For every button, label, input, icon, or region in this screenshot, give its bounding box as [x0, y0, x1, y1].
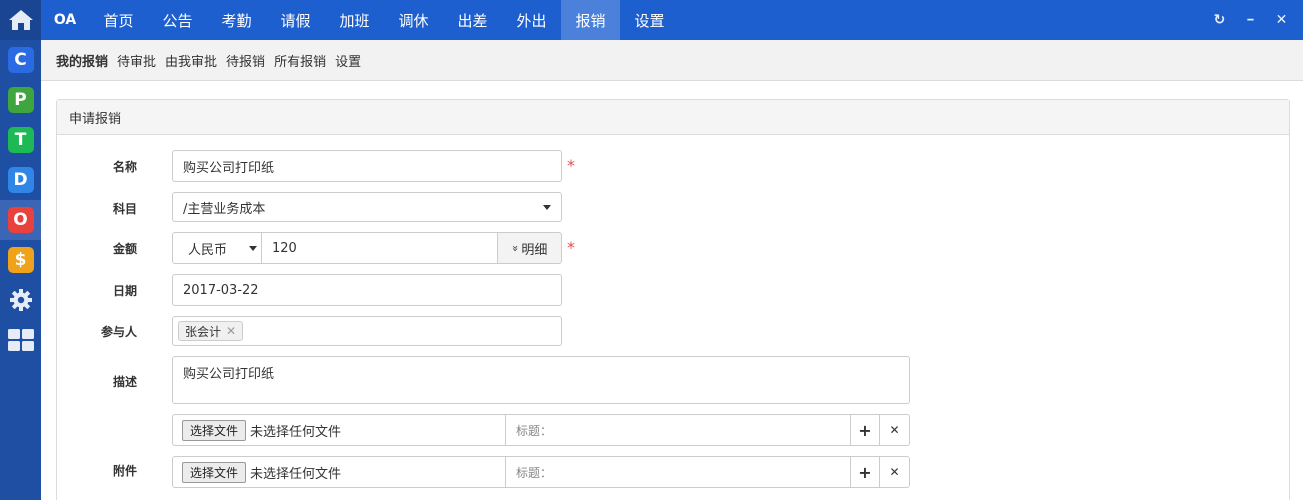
app-o-icon: O	[7, 207, 34, 233]
remove-icon: ✕	[889, 465, 900, 479]
apply-reimbursement-panel: 申请报销 名称 购买公司打印纸 * 科目 /主营业务成本 金额 人民币 120 …	[56, 99, 1290, 500]
top-bar: OA 首页 公告 考勤 请假 加班 调休 出差 外出 报销 设置 ↻ ━ ✕	[41, 0, 1303, 40]
detail-button[interactable]: » 明细	[497, 232, 562, 264]
currency-chevron-down-icon	[249, 246, 257, 251]
top-nav: 首页 公告 考勤 请假 加班 调休 出差 外出 报销 设置	[89, 0, 679, 40]
name-input[interactable]: 购买公司打印纸	[172, 150, 562, 182]
top-nav-item-9[interactable]: 设置	[620, 0, 679, 40]
sub-nav-item-0[interactable]: 我的报销	[56, 51, 108, 70]
refresh-icon[interactable]: ↻	[1204, 12, 1235, 28]
window-controls: ↻ ━ ✕	[1204, 0, 1303, 40]
remove-tag-icon[interactable]: ✕	[226, 324, 236, 338]
sub-nav: 我的报销 待审批 由我审批 待报销 所有报销 设置	[41, 40, 1303, 81]
remove-attachment-button-1[interactable]: ✕	[879, 414, 910, 446]
participant-tag: 张会计 ✕	[178, 321, 244, 341]
rail-app-c-button[interactable]: C	[0, 40, 41, 80]
home-button[interactable]	[0, 0, 41, 40]
app-d-icon: D	[7, 167, 34, 193]
rail-app-t-button[interactable]: T	[0, 120, 41, 160]
app-p-icon: P	[7, 87, 34, 113]
plus-icon: +	[858, 462, 872, 482]
panel-title: 申请报销	[57, 100, 1289, 135]
brand-logo[interactable]: OA	[41, 0, 89, 40]
home-icon	[8, 10, 33, 30]
sub-nav-item-4[interactable]: 所有报销	[274, 51, 326, 70]
amount-input[interactable]: 120	[262, 232, 498, 264]
double-chevron-down-icon: »	[508, 244, 522, 252]
attachments-label: 附件	[112, 464, 137, 478]
date-input[interactable]: 2017-03-22	[172, 274, 562, 306]
sub-nav-item-3[interactable]: 待报销	[226, 51, 265, 70]
amount-required-mark: *	[567, 238, 575, 257]
detail-button-label: 明细	[521, 242, 548, 258]
top-nav-item-2[interactable]: 考勤	[207, 0, 266, 40]
top-nav-item-0[interactable]: 首页	[89, 0, 148, 40]
rail-app-d-button[interactable]: D	[0, 160, 41, 200]
app-rail: C P T D O $	[0, 0, 41, 500]
plus-icon: +	[858, 420, 872, 440]
app-s-icon: $	[7, 247, 34, 273]
top-nav-item-8[interactable]: 报销	[561, 0, 620, 40]
grid-icon	[7, 329, 34, 351]
sub-nav-item-5[interactable]: 设置	[335, 51, 361, 70]
remove-attachment-button-2[interactable]: ✕	[879, 456, 910, 488]
participants-input[interactable]: 张会计 ✕	[172, 316, 562, 346]
currency-selected-value: 人民币	[188, 242, 228, 258]
participants-label: 参与人	[100, 325, 137, 339]
sub-nav-item-2[interactable]: 由我审批	[165, 51, 217, 70]
add-attachment-button-2[interactable]: +	[850, 456, 880, 488]
close-icon[interactable]: ✕	[1266, 12, 1297, 28]
rail-app-o-button[interactable]: O	[0, 200, 41, 240]
no-file-text-1: 未选择任何文件	[250, 424, 342, 440]
subject-selected-value: /主营业务成本	[183, 201, 266, 217]
date-label: 日期	[112, 284, 137, 298]
rail-apps-grid-button[interactable]	[0, 320, 41, 360]
description-textarea[interactable]: 购买公司打印纸	[172, 356, 910, 404]
rail-app-s-button[interactable]: $	[0, 240, 41, 280]
remove-icon: ✕	[889, 423, 900, 437]
name-label: 名称	[112, 160, 137, 174]
top-nav-item-7[interactable]: 外出	[502, 0, 561, 40]
choose-file-button-2[interactable]: 选择文件	[182, 461, 247, 483]
attachment-title-input-1[interactable]: 标题：	[505, 414, 851, 446]
participant-tag-label: 张会计	[185, 324, 222, 339]
rail-app-p-button[interactable]: P	[0, 80, 41, 120]
top-nav-item-3[interactable]: 请假	[266, 0, 325, 40]
name-required-mark: *	[567, 156, 575, 175]
top-nav-item-1[interactable]: 公告	[148, 0, 207, 40]
subject-select[interactable]: /主营业务成本	[172, 192, 562, 222]
file-chooser-2[interactable]: 选择文件 未选择任何文件	[172, 456, 506, 488]
amount-label: 金额	[112, 242, 137, 256]
minimize-icon[interactable]: ━	[1235, 15, 1266, 26]
top-nav-item-5[interactable]: 调休	[384, 0, 443, 40]
app-t-icon: T	[7, 127, 34, 153]
top-nav-item-4[interactable]: 加班	[325, 0, 384, 40]
no-file-text-2: 未选择任何文件	[250, 466, 342, 482]
file-chooser-1[interactable]: 选择文件 未选择任何文件	[172, 414, 506, 446]
add-attachment-button-1[interactable]: +	[850, 414, 880, 446]
rail-settings-button[interactable]	[0, 280, 41, 320]
sub-nav-item-1[interactable]: 待审批	[117, 51, 156, 70]
app-c-icon: C	[7, 47, 34, 73]
chevron-down-icon	[543, 205, 551, 210]
top-nav-item-6[interactable]: 出差	[443, 0, 502, 40]
subject-label: 科目	[112, 202, 137, 216]
gear-icon	[9, 289, 32, 311]
description-label: 描述	[112, 375, 137, 389]
attachment-title-input-2[interactable]: 标题：	[505, 456, 851, 488]
choose-file-button-1[interactable]: 选择文件	[182, 419, 247, 441]
